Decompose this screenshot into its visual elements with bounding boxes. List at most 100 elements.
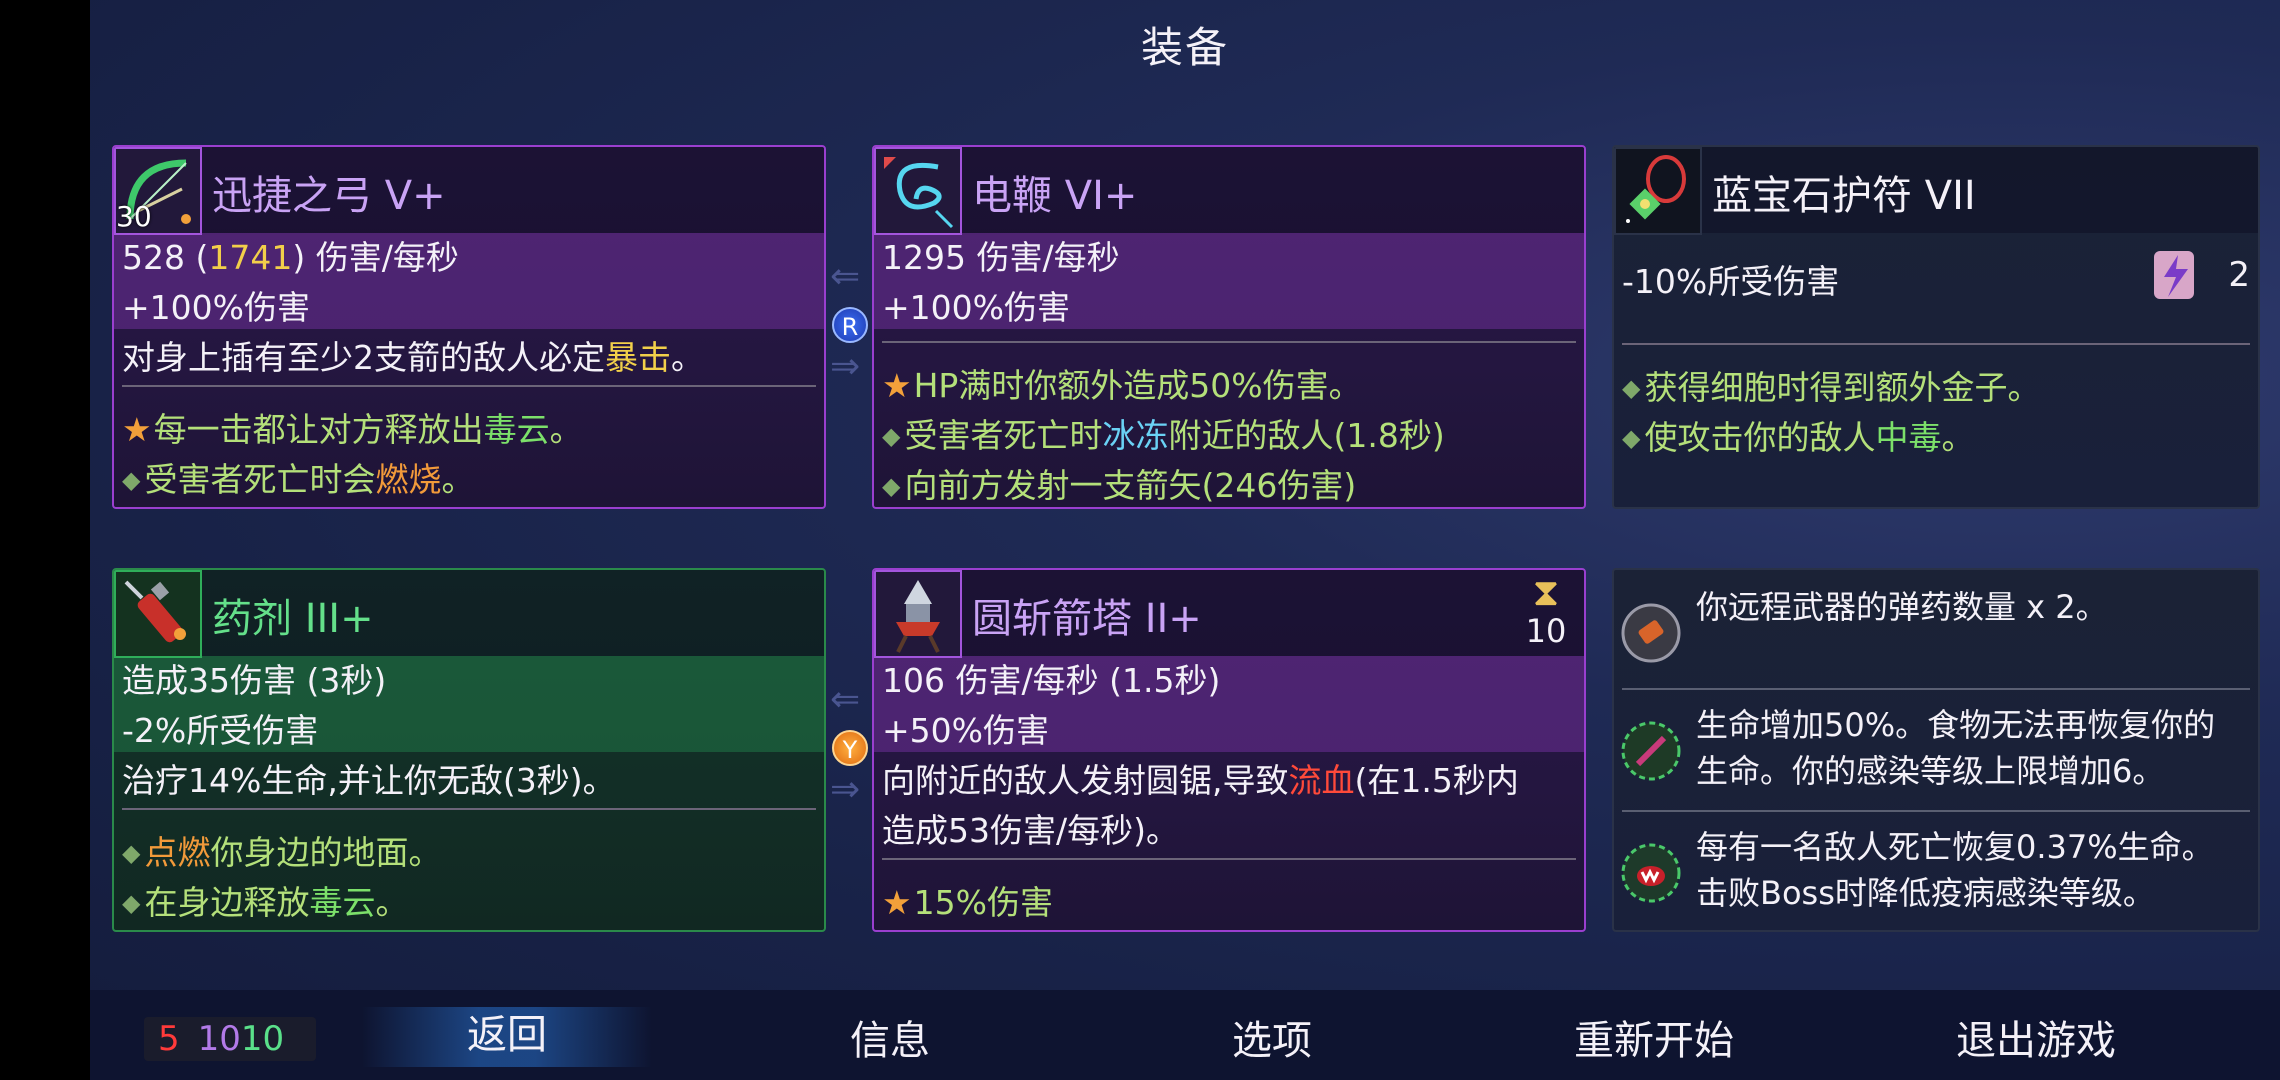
dps-unit: 伤害/每秒 bbox=[315, 238, 459, 277]
bottom-menu-bar: 5 1010 返回 信息 选项 重新开始 退出游戏 bbox=[90, 990, 2280, 1080]
effect-text: 在身边释放 bbox=[144, 883, 310, 922]
effect-keyword: 毒云 bbox=[309, 883, 376, 922]
brutality-scroll-count: 5 bbox=[158, 1019, 180, 1059]
effect-line: ◆ 受害者死亡时冰冻附近的敌人(1.8秒) bbox=[882, 409, 1445, 457]
item-name: 蓝宝石护符 VII bbox=[1712, 173, 1976, 219]
cooldown-timer: ⧗ 10 bbox=[1518, 572, 1574, 650]
description-line: 对身上插有至少2支箭的敌人必定暴击。 bbox=[122, 331, 704, 379]
whip-icon bbox=[874, 147, 962, 235]
dps-line: 1295 伤害/每秒 bbox=[882, 238, 1120, 277]
swap-connector-top[interactable]: ⇐ R ⇒ bbox=[826, 255, 876, 395]
menu-restart-button[interactable]: 重新开始 bbox=[1534, 1008, 1774, 1066]
effect-end: 。 bbox=[1941, 418, 1975, 457]
card-bow[interactable]: 30 迅捷之弓 V+ 528 (1741) 伤害/每秒 +100%伤害 对身上插… bbox=[112, 145, 826, 509]
effect-keyword: 金子 bbox=[1941, 368, 2008, 407]
bonus-line: +100%伤害 bbox=[122, 288, 310, 327]
health-mutation-icon bbox=[1618, 718, 1684, 784]
card-amulet[interactable]: 蓝宝石护符 VII -10%所受伤害 2 ◆ 获得细胞时得到额外金子。 ◆ 使攻击你… bbox=[1612, 145, 2260, 509]
divider bbox=[1622, 810, 2250, 812]
effect-line: ◆ 在身边释放毒云。 bbox=[122, 876, 408, 924]
effect-end: 。 bbox=[549, 410, 583, 449]
effect-text: HP满时你额外造成50%伤害。 bbox=[913, 366, 1362, 405]
effect-text: 受害者死亡时 bbox=[904, 416, 1103, 455]
hourglass-icon: ⧗ bbox=[1532, 570, 1560, 614]
divider bbox=[122, 808, 816, 810]
diamond-icon: ◆ bbox=[882, 472, 901, 500]
effect-end: 。 bbox=[441, 460, 475, 499]
diamond-icon: ◆ bbox=[1622, 424, 1641, 452]
description-line: 治疗14%生命,并让你无敌(3秒)。 bbox=[122, 761, 616, 800]
desc-keyword: 暴击 bbox=[605, 338, 671, 377]
item-name: 药剂 III+ bbox=[212, 596, 374, 642]
card-whip[interactable]: 电鞭 VI+ 1295 伤害/每秒 +100%伤害 ★HP满时你额外造成50%伤… bbox=[872, 145, 1586, 509]
desc-end: 。 bbox=[671, 338, 704, 377]
ammo-mutation-icon bbox=[1618, 600, 1684, 666]
menu-back-button[interactable]: 返回 bbox=[362, 1007, 652, 1067]
effect-line: ◆ 点燃你身边的地面。 bbox=[122, 826, 441, 874]
item-name: 电鞭 VI+ bbox=[972, 173, 1138, 219]
arrow-left-icon: ⇐ bbox=[830, 256, 861, 297]
item-name: 迅捷之弓 V+ bbox=[212, 173, 446, 219]
bow-icon: 30 bbox=[114, 147, 202, 235]
effect-text: 你身边的地面。 bbox=[210, 833, 442, 872]
turret-icon bbox=[874, 570, 962, 658]
amulet-icon bbox=[1614, 147, 1702, 235]
cooldown-value: 10 bbox=[1525, 612, 1567, 650]
scroll-counter: 5 1010 bbox=[144, 1017, 316, 1061]
tactics-scroll-count: 10 bbox=[197, 1019, 241, 1059]
menu-info-button[interactable]: 信息 bbox=[770, 1008, 1010, 1066]
effect-line: ◆ 受害者死亡时会燃烧。 bbox=[122, 453, 474, 501]
star-icon: ★ bbox=[882, 366, 912, 405]
effect-line: ★HP满时你额外造成50%伤害。 bbox=[882, 359, 1362, 407]
effect-end: 附近的敌人(1.8秒) bbox=[1168, 416, 1445, 455]
dps-line: 106 伤害/每秒 (1.5秒) bbox=[882, 661, 1221, 700]
stat-line: -10%所受伤害 bbox=[1622, 262, 1840, 301]
effect-end: 。 bbox=[2007, 368, 2041, 407]
desc-text: 向附近的敌人发射圆锯,导致 bbox=[882, 761, 1289, 800]
dps-crit-value: 1741 bbox=[208, 238, 293, 277]
desc-keyword: 流血 bbox=[1288, 761, 1355, 800]
mutation-row[interactable]: 你远程武器的弹药数量 x 2。 bbox=[1614, 576, 2258, 692]
effect-end: 。 bbox=[375, 883, 409, 922]
mutations-panel: 你远程武器的弹药数量 x 2。 生命增加50%。食物无法再恢复你的 生命。你的感… bbox=[1612, 568, 2260, 932]
inventory-screen: 装备 30 迅捷之弓 V+ 528 (1741) 伤害/每秒 +100%伤害 对… bbox=[90, 0, 2280, 1080]
card-turret[interactable]: 圆斩箭塔 II+ ⧗ 10 106 伤害/每秒 (1.5秒) +50%伤害 向附… bbox=[872, 568, 1586, 932]
dps-line: 528 (1741) 伤害/每秒 bbox=[122, 238, 459, 277]
effect-line: ★每一击都让对方释放出毒云。 bbox=[122, 403, 583, 451]
arrow-right-icon: ⇒ bbox=[830, 769, 861, 810]
card-potion[interactable]: 药剂 III+ 造成35伤害 (3秒) -2%所受伤害 治疗14%生命,并让你无… bbox=[112, 568, 826, 932]
effect-text: 受害者死亡时会 bbox=[144, 460, 376, 499]
menu-options-button[interactable]: 选项 bbox=[1152, 1008, 1392, 1066]
menu-quit-button[interactable]: 退出游戏 bbox=[1916, 1008, 2156, 1066]
effect-line: ◆ 使攻击你的敌人中毒。 bbox=[1622, 411, 1974, 459]
effect-keyword: 燃烧 bbox=[375, 460, 442, 499]
effect-text: 向前方发射一支箭矢(246伤害) bbox=[904, 466, 1357, 505]
divider bbox=[1622, 688, 2250, 690]
diamond-icon: ◆ bbox=[122, 889, 141, 917]
effect-line: ★15%伤害 bbox=[882, 876, 1053, 924]
diamond-icon: ◆ bbox=[122, 466, 141, 494]
effect-keyword: 点燃 bbox=[144, 833, 211, 872]
divider bbox=[882, 858, 1576, 860]
desc-end: (在1.5秒内 bbox=[1354, 761, 1519, 800]
bonus-line: +50%伤害 bbox=[882, 711, 1049, 750]
effect-text: 15%伤害 bbox=[913, 883, 1053, 922]
diamond-icon: ◆ bbox=[1622, 374, 1641, 402]
bonus-line: +100%伤害 bbox=[882, 288, 1070, 327]
stat-line: -2%所受伤害 bbox=[122, 711, 319, 750]
mutation-row[interactable]: 每有一名敌人死亡恢复0.37%生命。 击败Boss时降低疫病感染等级。 bbox=[1614, 816, 2258, 930]
effect-keyword: 中毒 bbox=[1875, 418, 1942, 457]
mutation-row[interactable]: 生命增加50%。食物无法再恢复你的 生命。你的感染等级上限增加6。 bbox=[1614, 694, 2258, 810]
survival-scroll-count: 10 bbox=[240, 1019, 285, 1059]
desc-text: 对身上插有至少2支箭的敌人必定 bbox=[122, 338, 605, 377]
diamond-icon: ◆ bbox=[882, 422, 901, 450]
button-badge-orange: Y bbox=[832, 730, 868, 766]
mutation-text: 你远程武器的弹药数量 x 2。 bbox=[1696, 588, 2108, 626]
swap-connector-bottom[interactable]: ⇐ Y ⇒ bbox=[826, 678, 876, 818]
star-icon: ★ bbox=[882, 883, 912, 922]
button-badge-blue: R bbox=[832, 307, 868, 343]
description-line: 造成53伤害/每秒)。 bbox=[882, 811, 1179, 850]
scroll-count: 2 bbox=[2228, 255, 2250, 295]
scroll-icon bbox=[2144, 243, 2206, 305]
arrow-left-icon: ⇐ bbox=[830, 679, 861, 720]
